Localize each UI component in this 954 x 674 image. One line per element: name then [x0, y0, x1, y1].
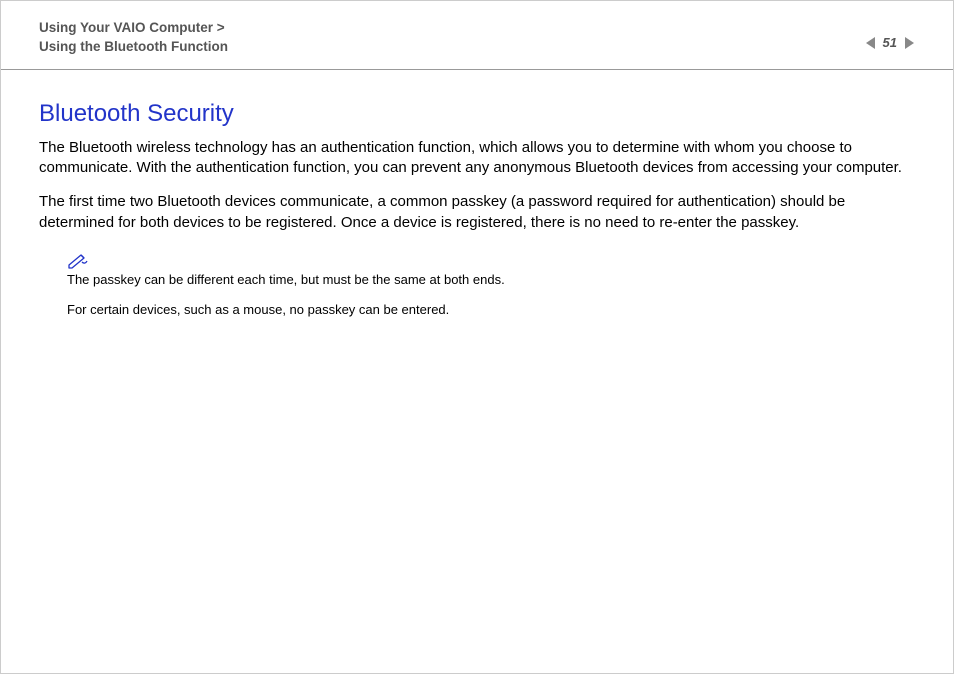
note-text-1: The passkey can be different each time, …	[67, 271, 915, 289]
page-content: Bluetooth Security The Bluetooth wireles…	[1, 70, 953, 361]
prev-page-button[interactable]	[865, 36, 877, 50]
note-block: The passkey can be different each time, …	[67, 253, 915, 319]
page-number: 51	[883, 35, 897, 50]
breadcrumb-line-1: Using Your VAIO Computer >	[39, 19, 228, 38]
chevron-right-icon	[903, 36, 915, 50]
breadcrumb-line-2: Using the Bluetooth Function	[39, 38, 228, 57]
body-paragraph-1: The Bluetooth wireless technology has an…	[39, 138, 915, 179]
chevron-left-icon	[865, 36, 877, 50]
note-text-2: For certain devices, such as a mouse, no…	[67, 301, 915, 319]
body-paragraph-2: The first time two Bluetooth devices com…	[39, 192, 915, 233]
page-navigation: 51	[865, 19, 915, 50]
section-title: Bluetooth Security	[39, 100, 915, 128]
note-icon	[67, 253, 915, 269]
breadcrumb: Using Your VAIO Computer > Using the Blu…	[39, 19, 228, 57]
page-header: Using Your VAIO Computer > Using the Blu…	[1, 1, 953, 70]
next-page-button[interactable]	[903, 36, 915, 50]
